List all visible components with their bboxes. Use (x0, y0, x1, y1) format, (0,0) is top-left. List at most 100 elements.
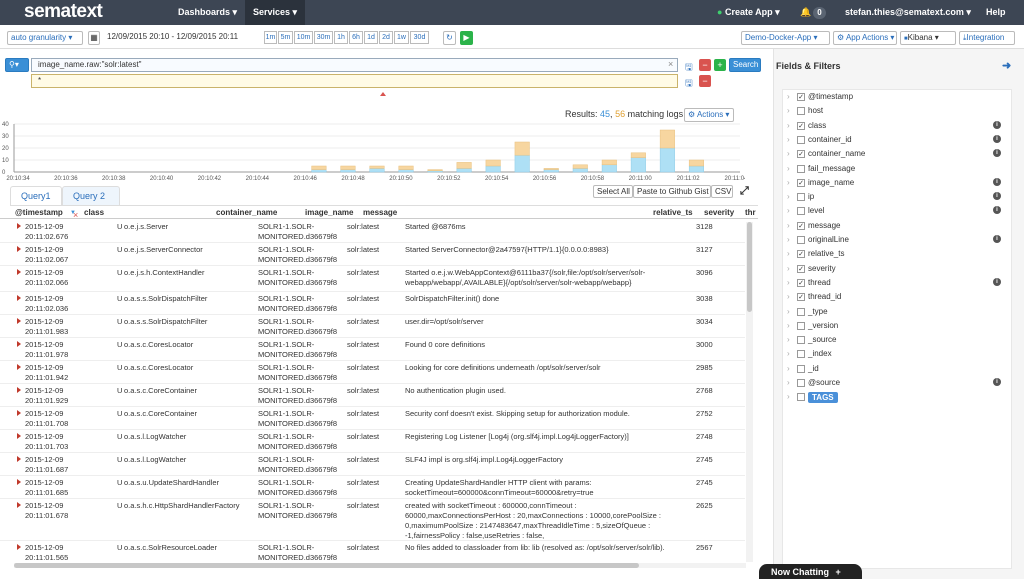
paste-gist-button[interactable]: Paste to Github Gist (633, 185, 711, 198)
chart-bar[interactable] (688, 159, 704, 167)
expand-row-icon[interactable] (17, 341, 21, 347)
chart-bar[interactable] (369, 165, 385, 169)
range-1d-button[interactable]: 1d (364, 31, 378, 44)
info-icon[interactable]: i (993, 177, 1001, 186)
calendar-icon[interactable]: ▦ (88, 31, 100, 45)
chart-bar[interactable] (543, 169, 559, 173)
field-item[interactable]: › _source (783, 333, 1013, 347)
chart-bar[interactable] (456, 168, 472, 173)
table-row[interactable]: 2015-12-09 20:11:02.067 Uo.e.j.s.ServerCo… (0, 243, 745, 266)
range-1m-button[interactable]: 1m (264, 31, 277, 44)
field-item[interactable]: › ✓ severity (783, 262, 1013, 276)
field-item[interactable]: › level i (783, 204, 1013, 218)
chevron-right-icon[interactable]: › (787, 106, 790, 115)
expand-icon[interactable]: ⤢ (740, 185, 749, 198)
field-item[interactable]: › _version (783, 319, 1013, 333)
chart-bar[interactable] (659, 147, 675, 173)
range-5m-button[interactable]: 5m (278, 31, 293, 44)
chart-bar[interactable] (340, 169, 356, 173)
table-row[interactable]: 2015-12-09 20:11:01.978 Uo.a.s.c.CoresLoc… (0, 338, 745, 361)
chart-bar[interactable] (427, 169, 443, 172)
collapse-caret-icon[interactable] (380, 92, 386, 96)
field-item[interactable]: › fail_message (783, 162, 1013, 176)
chevron-right-icon[interactable]: › (787, 178, 790, 187)
app-select[interactable]: Demo-Docker-App ▾ (741, 31, 830, 45)
info-icon[interactable]: i (993, 277, 1001, 286)
field-checkbox[interactable]: ✓ (797, 121, 805, 130)
field-checkbox[interactable] (797, 350, 805, 359)
chevron-right-icon[interactable]: › (787, 264, 790, 273)
granularity-select[interactable]: auto granularity ▾ (7, 31, 83, 45)
chart-bar[interactable] (514, 154, 530, 173)
table-row[interactable]: 2015-12-09 20:11:02.066 Uo.e.j.s.h.Contex… (0, 266, 745, 292)
field-item[interactable]: › ✓ class i (783, 119, 1013, 133)
info-icon[interactable]: i (993, 378, 1001, 386)
field-checkbox[interactable]: ✓ (797, 150, 805, 159)
chart-bar[interactable] (601, 159, 617, 166)
table-row[interactable]: 2015-12-09 20:11:01.687 Uo.a.s.l.LogWatch… (0, 453, 745, 476)
field-checkbox[interactable] (797, 193, 805, 202)
chart-bar[interactable] (572, 164, 588, 169)
save-query-icon[interactable]: 🖫 (685, 60, 693, 76)
info-icon[interactable]: i (993, 192, 1001, 201)
search-mode-button[interactable]: ⚲▾ (5, 58, 29, 72)
chart-bar[interactable] (340, 165, 356, 170)
field-item[interactable]: › ✓ @timestamp (783, 90, 1013, 104)
kibana-button[interactable]: ■Kibana ▾ (900, 31, 956, 45)
chevron-right-icon[interactable]: › (787, 135, 790, 144)
date-range-input[interactable]: 12/09/2015 20:10 - 12/09/2015 20:11 (104, 31, 258, 45)
field-checkbox[interactable]: ✓ (797, 221, 805, 230)
horizontal-scrollbar[interactable] (14, 563, 746, 568)
chart-bar[interactable] (659, 129, 675, 149)
tab-query2[interactable]: Query 2 × (62, 186, 120, 220)
expand-row-icon[interactable] (17, 223, 21, 229)
integration-button[interactable]: ⤓Integration (959, 31, 1015, 45)
chevron-right-icon[interactable]: › (787, 121, 790, 130)
table-row[interactable]: 2015-12-09 20:11:01.942 Uo.a.s.c.CoresLoc… (0, 361, 745, 384)
chart-bar[interactable] (398, 165, 414, 170)
field-checkbox[interactable] (797, 307, 805, 316)
col-class[interactable]: class (84, 208, 104, 217)
info-icon[interactable]: i (993, 206, 1001, 215)
col-timestamp[interactable]: @timestamp (15, 208, 63, 217)
chevron-right-icon[interactable]: › (787, 221, 790, 230)
field-checkbox[interactable] (797, 107, 805, 116)
expand-row-icon[interactable] (17, 544, 21, 550)
chart-bar[interactable] (311, 165, 327, 170)
select-all-button[interactable]: Select All (593, 185, 633, 198)
range-1h-button[interactable]: 1h (334, 31, 348, 44)
app-actions-button[interactable]: ⚙ App Actions ▾ (833, 31, 897, 45)
query-input-1[interactable]: image_name.raw:"solr:latest" (31, 58, 678, 72)
field-checkbox[interactable] (797, 321, 805, 330)
chevron-right-icon[interactable]: › (787, 149, 790, 158)
field-checkbox[interactable] (797, 379, 805, 387)
field-checkbox[interactable] (797, 364, 805, 373)
chart-bar[interactable] (398, 169, 414, 173)
expand-row-icon[interactable] (17, 410, 21, 416)
expand-row-icon[interactable] (17, 318, 21, 324)
range-6h-button[interactable]: 6h (349, 31, 363, 44)
vertical-scroll-thumb[interactable] (747, 222, 752, 312)
range-30d-button[interactable]: 30d (410, 31, 429, 44)
tags-checkbox[interactable] (797, 393, 805, 402)
field-checkbox[interactable]: ✓ (797, 178, 805, 187)
field-item[interactable]: › ✓ message (783, 219, 1013, 233)
expand-row-icon[interactable] (17, 502, 21, 508)
collapse-sidebar-icon[interactable]: ➜ (1002, 59, 1011, 72)
chart-bar[interactable] (543, 168, 559, 170)
chart-bar[interactable] (514, 141, 530, 156)
info-icon[interactable]: i (993, 120, 1001, 129)
tab-query1[interactable]: Query1 (10, 186, 62, 206)
table-row[interactable]: 2015-12-09 20:11:01.703 Uo.a.s.l.LogWatch… (0, 430, 745, 453)
field-checkbox[interactable] (797, 207, 805, 216)
range-10m-button[interactable]: 10m (294, 31, 313, 44)
chart-bar[interactable] (572, 168, 588, 173)
chevron-right-icon[interactable]: › (787, 278, 790, 287)
chart-bar[interactable] (688, 165, 704, 173)
field-checkbox[interactable] (797, 336, 805, 345)
chevron-right-icon[interactable]: › (787, 92, 790, 101)
field-checkbox[interactable]: ✓ (797, 264, 805, 273)
col-image-name[interactable]: image_name (305, 208, 353, 217)
chart-bar[interactable] (630, 157, 646, 173)
expand-row-icon[interactable] (17, 269, 21, 275)
